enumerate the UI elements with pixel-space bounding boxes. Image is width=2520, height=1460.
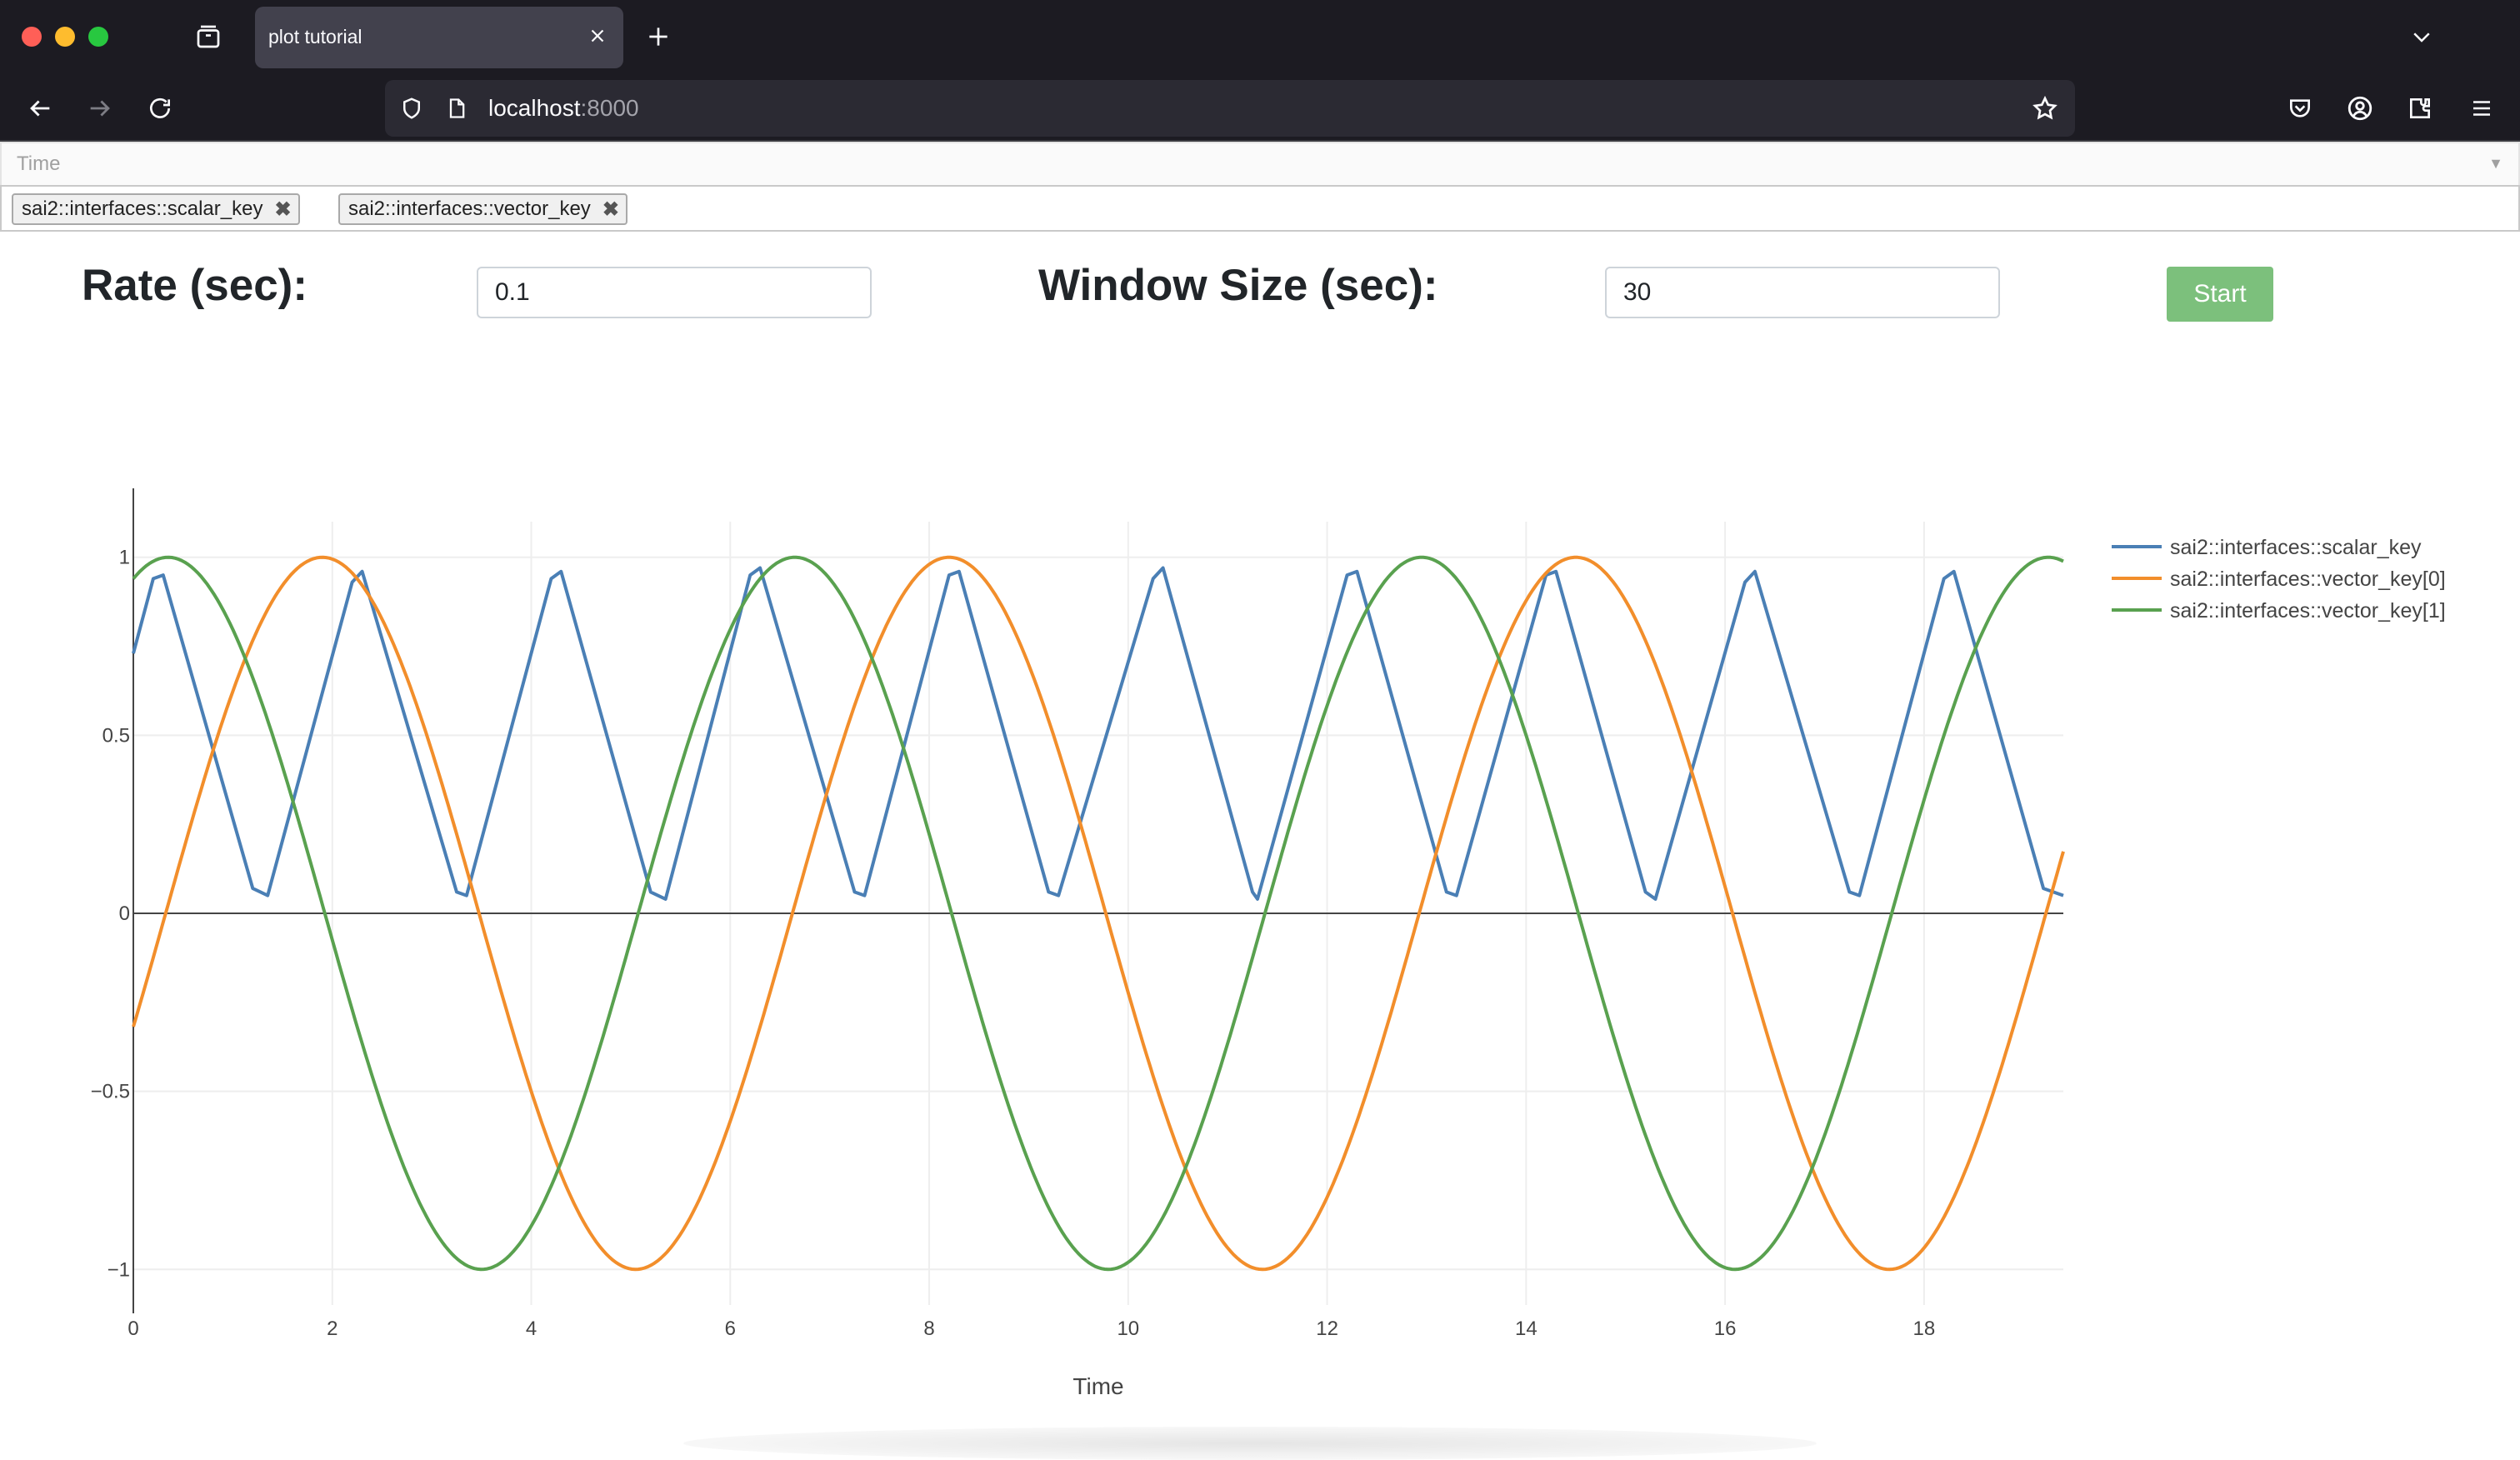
keys-multiselect[interactable]: sai2::interfaces::scalar_key ✖ sai2::int… [0, 185, 2520, 232]
page-icon [440, 92, 473, 125]
rate-label: Rate (sec): [82, 261, 308, 310]
shield-icon[interactable] [395, 92, 428, 125]
url-bar[interactable]: localhost:8000 [385, 80, 2075, 137]
pocket-icon[interactable] [2282, 90, 2318, 127]
y-tick-label: −0.5 [91, 1081, 130, 1103]
x-tick-label: 4 [526, 1318, 537, 1340]
key-chip-label: sai2::interfaces::scalar_key [22, 198, 263, 220]
legend-label[interactable]: sai2::interfaces::scalar_key [2170, 536, 2422, 559]
x-tick-label: 0 [128, 1318, 138, 1340]
x-tick-label: 10 [1117, 1318, 1139, 1340]
maximize-window-button[interactable] [88, 27, 108, 47]
y-tick-label: 1 [119, 547, 130, 569]
extensions-icon[interactable] [2402, 90, 2438, 127]
chart-legend[interactable]: sai2::interfaces::scalar_keysai2::interf… [2112, 536, 2446, 622]
x-tick-label: 6 [725, 1318, 736, 1340]
key-chip-scalar[interactable]: sai2::interfaces::scalar_key ✖ [12, 193, 300, 225]
x-tick-label: 16 [1714, 1318, 1737, 1340]
time-select-placeholder: Time [17, 152, 61, 175]
time-series-chart: 0 2 4 6 8 10 12 14 16 18−1−0.500.51 sai2::interfa… [91, 488, 2446, 1399]
series-line-0 [132, 566, 2064, 901]
minimize-window-button[interactable] [55, 27, 75, 47]
account-icon[interactable] [2342, 90, 2378, 127]
remove-key-icon[interactable]: ✖ [274, 198, 291, 222]
menu-hamburger-icon[interactable] [2463, 90, 2500, 127]
x-tick-label: 8 [923, 1318, 934, 1340]
y-tick-label: −1 [108, 1258, 130, 1281]
url-port: :8000 [580, 95, 639, 121]
bookmark-star-icon[interactable] [2028, 92, 2062, 125]
rate-input[interactable]: 0.1 [477, 267, 872, 318]
y-tick-label: 0.5 [102, 724, 130, 747]
start-button[interactable]: Start [2167, 267, 2273, 322]
tab-plot-tutorial[interactable]: plot tutorial [255, 7, 623, 68]
window-size-input[interactable]: 30 [1605, 267, 2000, 318]
bottom-shadow [683, 1427, 1817, 1460]
x-tick-label: 14 [1515, 1318, 1538, 1340]
y-tick-label: 0 [119, 902, 130, 925]
x-axis-title: Time [1072, 1373, 1123, 1399]
key-chip-vector[interactable]: sai2::interfaces::vector_key ✖ [338, 193, 628, 225]
x-tick-label: 18 [1913, 1318, 1936, 1340]
url-host: localhost [488, 95, 581, 121]
url-text[interactable]: localhost:8000 [488, 95, 639, 122]
remove-key-icon[interactable]: ✖ [602, 198, 619, 222]
reload-icon[interactable] [142, 90, 178, 127]
key-chip-label: sai2::interfaces::vector_key [348, 198, 591, 220]
x-tick-label: 2 [327, 1318, 338, 1340]
x-tick-label: 12 [1316, 1318, 1338, 1340]
forward-icon[interactable] [82, 90, 118, 127]
legend-label[interactable]: sai2::interfaces::vector_key[1] [2170, 599, 2446, 622]
list-tabs-chevron-icon[interactable] [2405, 20, 2438, 53]
new-tab-icon[interactable] [642, 20, 675, 53]
tab-close-icon[interactable] [583, 22, 612, 50]
tab-title: plot tutorial [268, 26, 362, 48]
chevron-down-icon: ▼ [2488, 155, 2503, 172]
time-select[interactable]: Time ▼ [0, 142, 2520, 187]
back-icon[interactable] [22, 90, 58, 127]
browser-chrome: plot tutorial localhost:8000 [0, 0, 2520, 142]
window-size-label: Window Size (sec): [1038, 261, 1438, 310]
legend-label[interactable]: sai2::interfaces::vector_key[0] [2170, 568, 2446, 591]
close-window-button[interactable] [22, 27, 42, 47]
tab-overview-icon[interactable] [193, 20, 223, 53]
